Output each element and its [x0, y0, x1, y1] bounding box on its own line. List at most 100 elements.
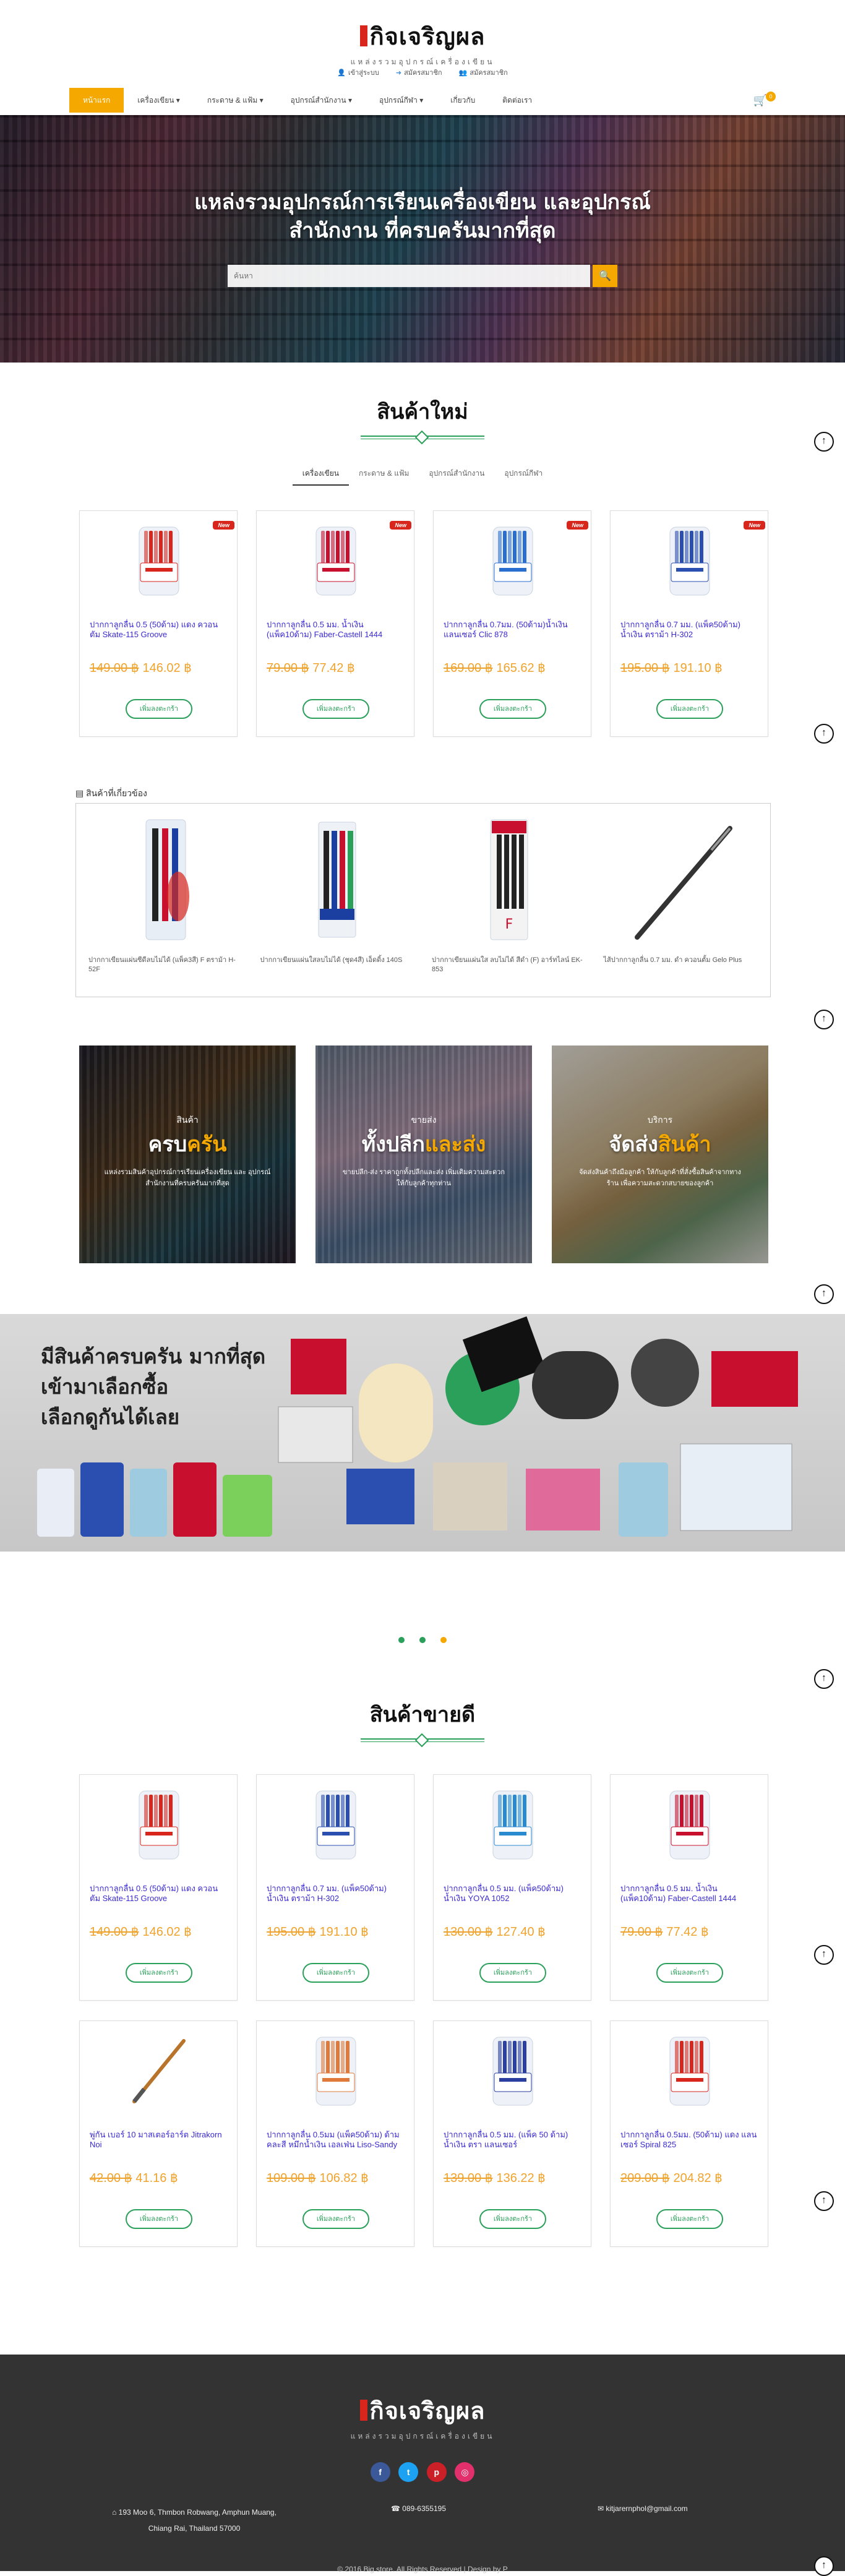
tab-office[interactable]: อุปกรณ์สำนักงาน	[419, 463, 494, 486]
nav-about[interactable]: เกี่ยวกับ	[437, 88, 489, 113]
product-name[interactable]: ปากกาลูกลื่น 0.7มม. (50ด้าม)น้ำเงิน แลนเ…	[444, 620, 582, 640]
product-image[interactable]	[659, 525, 721, 598]
product-name[interactable]: ปากกาลูกลื่น 0.5มม. (50ด้าม) แดง แลนเซอร…	[620, 2130, 759, 2150]
product-image[interactable]	[659, 1788, 721, 1861]
footer-logo[interactable]: กิจเจริญผล แหล่งรวมอุปกรณ์เครื่องเขียน	[0, 2392, 845, 2442]
product-card[interactable]: ปากกาลูกลื่น 0.5 มม. น้ำเงิน (แพ็ค10ด้าม…	[610, 1774, 768, 2001]
scroll-top-button[interactable]: ↑	[814, 1945, 834, 1965]
nav-paper[interactable]: กระดาษ & แฟ้ม ▾	[194, 88, 277, 113]
product-card[interactable]: New ปากกาลูกลื่น 0.7 มม. (แพ็ค50ด้าม) น้…	[610, 510, 768, 737]
related-image[interactable]	[129, 816, 203, 943]
product-name[interactable]: ปากกาลูกลื่น 0.5 มม. น้ำเงิน (แพ็ค10ด้าม…	[267, 620, 405, 640]
tab-paper[interactable]: กระดาษ & แฟ้ม	[349, 463, 419, 486]
product-card[interactable]: ปากกาลูกลื่น 0.5 มม. (แพ็ค50ด้าม) น้ำเงิ…	[433, 1774, 591, 2001]
related-image[interactable]	[300, 816, 374, 943]
add-to-cart-button[interactable]: เพิ่มลงตะกร้า	[656, 2209, 723, 2229]
product-name[interactable]: ปากกาลูกลื่น 0.7 มม. (แพ็ค50ด้าม) น้ำเงิ…	[267, 1884, 405, 1904]
product-image[interactable]	[128, 1788, 190, 1861]
twitter-icon[interactable]: t	[398, 2462, 419, 2482]
product-name[interactable]: พู่กัน เบอร์ 10 มาสเตอร์อาร์ต Jitrakorn …	[90, 2130, 228, 2150]
product-card[interactable]: New ปากกาลูกลื่น 0.5 มม. น้ำเงิน (แพ็ค10…	[256, 510, 414, 737]
product-card[interactable]: ปากกาลูกลื่น 0.5 (50ด้าม) แดง ควอนตัม Sk…	[79, 1774, 238, 2001]
related-image[interactable]: F	[472, 816, 546, 943]
related-name[interactable]: ปากกาเขียนแผ่นซีดีลบไม่ได้ (แพ็ค3สี) F ต…	[88, 956, 243, 974]
instagram-icon[interactable]: ◎	[455, 2462, 475, 2482]
product-image[interactable]	[128, 2035, 190, 2108]
product-name[interactable]: ปากกาลูกลื่น 0.5มม (แพ็ค50ด้าม) ด้ามคละส…	[267, 2130, 405, 2150]
facebook-icon[interactable]: f	[370, 2462, 390, 2482]
add-to-cart-button[interactable]: เพิ่มลงตะกร้า	[479, 2209, 546, 2229]
nav-stationery[interactable]: เครื่องเขียน ▾	[124, 88, 194, 113]
product-image[interactable]	[305, 1788, 367, 1861]
carousel-dot[interactable]	[398, 1637, 405, 1643]
carousel-dot[interactable]	[440, 1637, 447, 1643]
add-to-cart-button[interactable]: เพิ่มลงตะกร้า	[126, 699, 192, 719]
add-to-cart-button[interactable]: เพิ่มลงตะกร้า	[302, 699, 369, 719]
related-item[interactable]: ปากกาเขียนแผ่นใสลบไม่ได้ (ชุด4สี) เอ็ดดิ…	[260, 816, 415, 997]
related-image[interactable]	[619, 816, 742, 943]
feature-tile[interactable]: บริการ จัดส่งสินค้า จัดส่งสินค้าถึงมือลู…	[552, 1045, 768, 1263]
nav-home[interactable]: หน้าแรก	[69, 88, 124, 113]
related-name[interactable]: ปากกาเขียนแผ่นใส ลบไม่ได้ สีดำ (F) อาร์ท…	[432, 956, 586, 974]
add-to-cart-button[interactable]: เพิ่มลงตะกร้า	[479, 699, 546, 719]
related-item[interactable]: F ปากกาเขียนแผ่นใส ลบไม่ได้ สีดำ (F) อาร…	[432, 816, 586, 997]
related-name[interactable]: ปากกาเขียนแผ่นใสลบไม่ได้ (ชุด4สี) เอ็ดดิ…	[260, 956, 415, 965]
product-image[interactable]	[482, 525, 544, 598]
add-to-cart-button[interactable]: เพิ่มลงตะกร้า	[656, 699, 723, 719]
product-image[interactable]	[305, 2035, 367, 2108]
add-to-cart-button[interactable]: เพิ่มลงตะกร้า	[479, 1963, 546, 1983]
product-card[interactable]: พู่กัน เบอร์ 10 มาสเตอร์อาร์ต Jitrakorn …	[79, 2020, 238, 2247]
add-to-cart-button[interactable]: เพิ่มลงตะกร้า	[126, 1963, 192, 1983]
search-button[interactable]: 🔍	[593, 265, 617, 287]
footer-email[interactable]: ✉ kitjarernphol@gmail.com	[598, 2504, 688, 2513]
product-name[interactable]: ปากกาลูกลื่น 0.5 (50ด้าม) แดง ควอนตัม Sk…	[90, 620, 228, 640]
product-card[interactable]: New ปากกาลูกลื่น 0.7มม. (50ด้าม)น้ำเงิน …	[433, 510, 591, 737]
nav-contact[interactable]: ติดต่อเรา	[489, 88, 546, 113]
product-image[interactable]	[305, 525, 367, 598]
add-to-cart-button[interactable]: เพิ่มลงตะกร้า	[302, 2209, 369, 2229]
product-name[interactable]: ปากกาลูกลื่น 0.5 มม. (แพ็ค50ด้าม) น้ำเงิ…	[444, 1884, 582, 1904]
product-card[interactable]: ปากกาลูกลื่น 0.5มม (แพ็ค50ด้าม) ด้ามคละส…	[256, 2020, 414, 2247]
scroll-top-button[interactable]: ↑	[814, 1010, 834, 1029]
tab-stationery[interactable]: เครื่องเขียน	[292, 463, 349, 486]
product-image[interactable]	[482, 1788, 544, 1861]
nav-sports[interactable]: อุปกรณ์กีฬา ▾	[366, 88, 437, 113]
carousel-dot[interactable]	[419, 1637, 426, 1643]
scroll-top-button[interactable]: ↑	[814, 724, 834, 744]
site-logo[interactable]: กิจเจริญผล แหล่งรวมอุปกรณ์เครื่องเขียน	[0, 17, 845, 68]
add-to-cart-button[interactable]: เพิ่มลงตะกร้า	[126, 2209, 192, 2229]
product-name[interactable]: ปากกาลูกลื่น 0.5 มม. (แพ็ค 50 ด้าม) น้ำเ…	[444, 2130, 582, 2150]
signin-link[interactable]: ➜ สมัครสมาชิก	[396, 69, 442, 77]
nav-office[interactable]: อุปกรณ์สำนักงาน ▾	[277, 88, 366, 113]
promo-banner[interactable]: มีสินค้าครบครัน มากที่สุด เข้ามาเลือกซื้…	[0, 1314, 845, 1552]
product-name[interactable]: ปากกาลูกลื่น 0.5 (50ด้าม) แดง ควอนตัม Sk…	[90, 1884, 228, 1904]
add-to-cart-button[interactable]: เพิ่มลงตะกร้า	[302, 1963, 369, 1983]
scroll-top-button[interactable]: ↑	[814, 432, 834, 452]
cart-button[interactable]: 🛒 0	[753, 91, 776, 107]
scroll-top-button[interactable]: ↑	[814, 1669, 834, 1689]
related-item[interactable]: ปากกาเขียนแผ่นซีดีลบไม่ได้ (แพ็ค3สี) F ต…	[88, 816, 243, 997]
related-item[interactable]: ไส้ปากกาลูกลื่น 0.7 มม. ดำ ควอนตั้ม Gelo…	[604, 816, 758, 997]
product-image[interactable]	[659, 2035, 721, 2108]
product-card[interactable]: ปากกาลูกลื่น 0.5 มม. (แพ็ค 50 ด้าม) น้ำเ…	[433, 2020, 591, 2247]
login-link[interactable]: 👤 เข้าสู่ระบบ	[337, 69, 379, 77]
feature-tile[interactable]: ขายส่ง ทั้งปลีกและส่ง ขายปลีก-ส่ง ราคาถู…	[315, 1045, 532, 1263]
related-name[interactable]: ไส้ปากกาลูกลื่น 0.7 มม. ดำ ควอนตั้ม Gelo…	[604, 956, 758, 965]
register-link[interactable]: 👥 สมัครสมาชิก	[459, 69, 508, 77]
product-image[interactable]	[482, 2035, 544, 2108]
pinterest-icon[interactable]: p	[426, 2462, 447, 2482]
scroll-top-button[interactable]: ↑	[814, 1284, 834, 1304]
product-name[interactable]: ปากกาลูกลื่น 0.5 มม. น้ำเงิน (แพ็ค10ด้าม…	[620, 1884, 759, 1904]
scroll-top-button[interactable]: ↑	[814, 2191, 834, 2211]
product-image[interactable]	[128, 525, 190, 598]
product-card[interactable]: ปากกาลูกลื่น 0.7 มม. (แพ็ค50ด้าม) น้ำเงิ…	[256, 1774, 414, 2001]
product-name[interactable]: ปากกาลูกลื่น 0.7 มม. (แพ็ค50ด้าม) น้ำเงิ…	[620, 620, 759, 640]
add-to-cart-button[interactable]: เพิ่มลงตะกร้า	[656, 1963, 723, 1983]
search-input[interactable]	[228, 265, 590, 287]
product-card[interactable]: ปากกาลูกลื่น 0.5มม. (50ด้าม) แดง แลนเซอร…	[610, 2020, 768, 2247]
feature-tile[interactable]: สินค้า ครบครัน แหล่งรวมสินค้าอุปกรณ์การเ…	[79, 1045, 296, 1263]
scroll-top-button[interactable]: ↑	[814, 2556, 834, 2576]
product-card[interactable]: New ปากกาลูกลื่น 0.5 (50ด้าม) แดง ควอนตั…	[79, 510, 238, 737]
footer-phone[interactable]: ☎ 089-6355195	[391, 2504, 446, 2513]
tab-sports[interactable]: อุปกรณ์กีฬา	[494, 463, 552, 486]
